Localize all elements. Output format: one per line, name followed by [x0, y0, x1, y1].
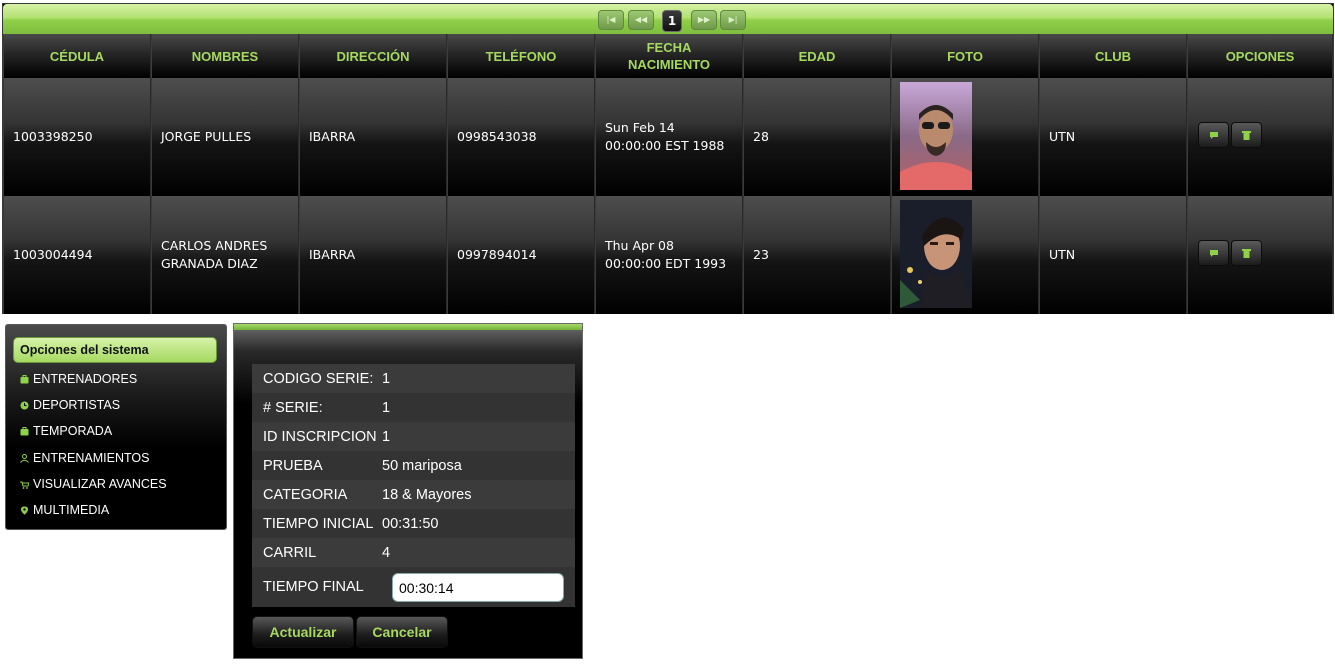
- edit-icon: [1209, 131, 1218, 139]
- update-button[interactable]: Actualizar: [252, 616, 354, 648]
- cell-edad: 28: [743, 78, 891, 196]
- cell-opciones: [1187, 196, 1333, 314]
- next-page-button[interactable]: ▶▶: [691, 10, 717, 30]
- dialog-top-bar: [234, 324, 582, 330]
- field-label: TIEMPO FINAL: [263, 579, 364, 595]
- cell-club: UTN: [1039, 78, 1187, 196]
- field-value: 00:31:50: [382, 515, 439, 532]
- menu-item-label: MULTIMEDIA: [33, 503, 110, 517]
- header-telefono[interactable]: TELÉFONO: [447, 34, 595, 78]
- cell-cedula: 1003004494: [3, 196, 151, 314]
- menu-item-entrenamientos[interactable]: ENTRENAMIENTOS: [20, 449, 149, 467]
- cell-direccion: IBARRA: [299, 78, 447, 196]
- clock-icon: [20, 401, 29, 409]
- menu-item-visualizar-avances[interactable]: VISUALIZAR AVANCES: [20, 475, 167, 493]
- form-row-prueba: PRUEBA 50 mariposa: [252, 451, 575, 480]
- suitcase-icon: [20, 374, 29, 383]
- field-label: CATEGORIA: [263, 486, 348, 503]
- form-row-numero-serie: # SERIE: 1: [252, 393, 575, 422]
- field-value: 1: [382, 428, 391, 445]
- person-icon: [20, 453, 29, 463]
- menu-item-label: TEMPORADA: [33, 424, 113, 438]
- edit-button[interactable]: [1198, 240, 1229, 266]
- cell-nombres: CARLOS ANDRES GRANADA DIAZ: [151, 196, 299, 314]
- cell-direccion: IBARRA: [299, 196, 447, 314]
- trash-icon: [1242, 131, 1251, 140]
- cell-cedula: 1003398250: [3, 78, 151, 196]
- header-opciones: OPCIONES: [1187, 34, 1333, 78]
- form-row-tiempo-inicial: TIEMPO INICIAL 00:31:50: [252, 509, 575, 538]
- header-club[interactable]: CLUB: [1039, 34, 1187, 78]
- form-row-carril: CARRIL 4: [252, 538, 575, 567]
- trash-icon: [1242, 249, 1251, 258]
- delete-button[interactable]: [1231, 122, 1262, 148]
- cart-icon: [20, 481, 29, 489]
- field-label: PRUEBA: [263, 457, 323, 474]
- cell-nombres: JORGE PULLES: [151, 78, 299, 196]
- header-direccion[interactable]: DIRECCIÓN: [299, 34, 447, 78]
- athletes-table: |◀ ◀◀ 1 ▶▶ ▶| CÉDULA NOMBRES DIRECCIÓN T…: [2, 3, 1334, 314]
- field-value: 1: [382, 370, 391, 387]
- form-row-categoria: CATEGORIA 18 & Mayores: [252, 480, 575, 509]
- cell-edad: 23: [743, 196, 891, 314]
- form-row-codigo-serie: CODIGO SERIE: 1: [252, 364, 575, 393]
- table-row: 1003004494 CARLOS ANDRES GRANADA DIAZ IB…: [3, 196, 1333, 314]
- header-cedula[interactable]: CÉDULA: [3, 34, 151, 78]
- cell-fecha: Sun Feb 14 00:00:00 EST 1988: [595, 78, 743, 196]
- menu-item-entrenadores[interactable]: ENTRENADORES: [20, 370, 137, 388]
- menu-item-label: ENTRENADORES: [33, 372, 138, 386]
- header-nombres[interactable]: NOMBRES: [151, 34, 299, 78]
- field-label: CARRIL: [263, 544, 317, 561]
- edit-icon: [1209, 249, 1218, 257]
- cell-foto: [891, 78, 1039, 196]
- table-row: 1003398250 JORGE PULLES IBARRA 099854303…: [3, 78, 1333, 196]
- cancel-button[interactable]: Cancelar: [356, 616, 448, 648]
- field-label: ID INSCRIPCION: [263, 428, 377, 445]
- pagination-bar: |◀ ◀◀ 1 ▶▶ ▶|: [3, 4, 1333, 34]
- serie-form: CODIGO SERIE: 1 # SERIE: 1 ID INSCRIPCIO…: [252, 364, 575, 607]
- menu-item-label: VISUALIZAR AVANCES: [33, 477, 167, 491]
- athlete-photo: [900, 82, 972, 190]
- field-value: 1: [382, 399, 391, 416]
- cell-telefono: 0997894014: [447, 196, 595, 314]
- field-label: CODIGO SERIE:: [263, 370, 374, 387]
- current-page-button[interactable]: 1: [662, 10, 682, 32]
- cell-opciones: [1187, 78, 1333, 196]
- menu-item-temporada[interactable]: TEMPORADA: [20, 422, 112, 440]
- cell-club: UTN: [1039, 196, 1187, 314]
- suitcase-icon: [20, 426, 29, 435]
- menu-title[interactable]: Opciones del sistema: [13, 337, 217, 363]
- cell-fecha: Thu Apr 08 00:00:00 EDT 1993: [595, 196, 743, 314]
- menu-item-multimedia[interactable]: MULTIMEDIA: [20, 501, 109, 519]
- header-foto[interactable]: FOTO: [891, 34, 1039, 78]
- athlete-photo: [900, 200, 972, 308]
- system-options-menu: Opciones del sistema ENTRENADORES DEPORT…: [5, 324, 227, 530]
- field-label: TIEMPO INICIAL: [263, 515, 374, 532]
- cell-telefono: 0998543038: [447, 78, 595, 196]
- first-page-button[interactable]: |◀: [598, 10, 624, 30]
- header-edad[interactable]: EDAD: [743, 34, 891, 78]
- field-value: 18 & Mayores: [382, 486, 472, 503]
- menu-item-label: ENTRENAMIENTOS: [33, 451, 150, 465]
- menu-item-label: DEPORTISTAS: [33, 398, 121, 412]
- previous-page-button[interactable]: ◀◀: [628, 10, 654, 30]
- delete-button[interactable]: [1231, 240, 1262, 266]
- cell-foto: [891, 196, 1039, 314]
- field-label: # SERIE:: [263, 399, 323, 416]
- last-page-button[interactable]: ▶|: [720, 10, 746, 30]
- form-row-id-inscripcion: ID INSCRIPCION 1: [252, 422, 575, 451]
- field-value: 50 mariposa: [382, 457, 462, 474]
- edit-button[interactable]: [1198, 122, 1229, 148]
- edit-serie-dialog: CODIGO SERIE: 1 # SERIE: 1 ID INSCRIPCIO…: [233, 323, 583, 659]
- tiempo-final-input[interactable]: [392, 573, 564, 602]
- header-fecha-nacimiento[interactable]: FECHA NACIMIENTO: [595, 34, 743, 78]
- pin-icon: [21, 506, 28, 515]
- field-value: 4: [382, 544, 391, 561]
- menu-item-deportistas[interactable]: DEPORTISTAS: [20, 396, 120, 414]
